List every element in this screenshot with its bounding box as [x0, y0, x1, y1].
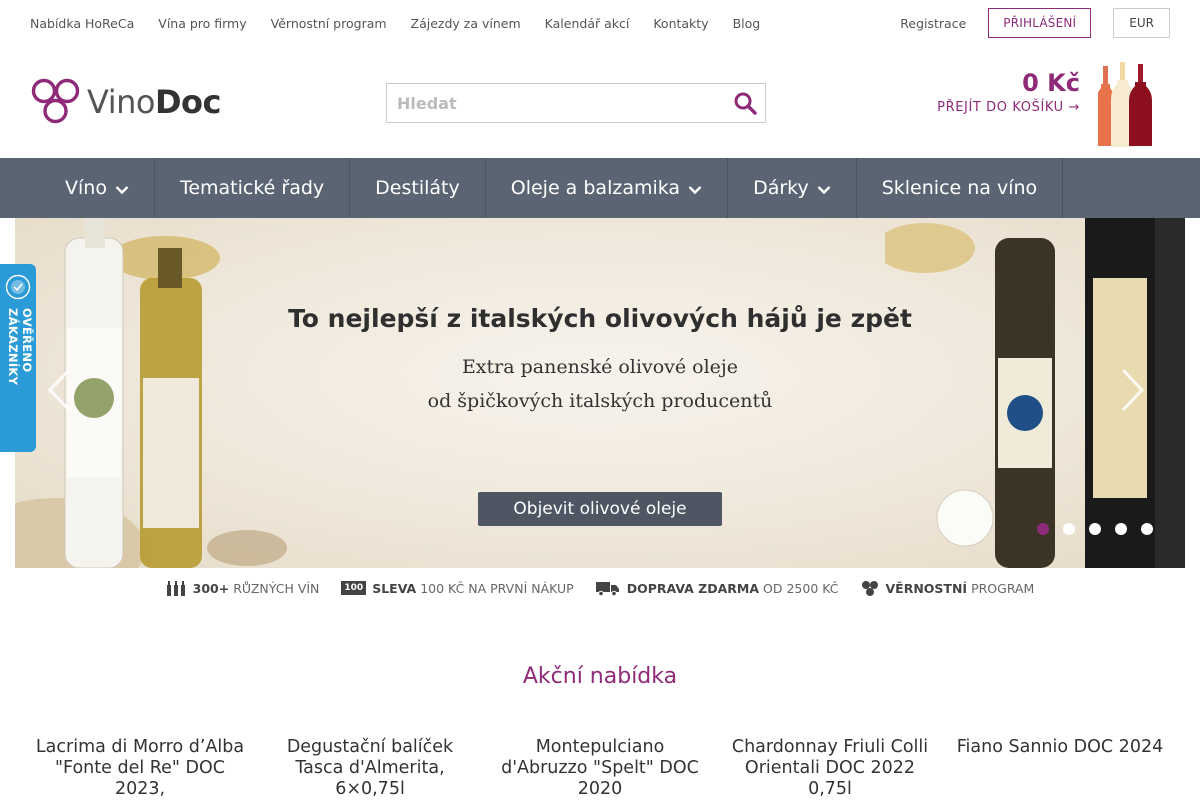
discount-100-icon: 100	[341, 581, 367, 595]
chevron-left-icon[interactable]	[47, 368, 71, 412]
benefit-wines-text: RŮZNÝCH VÍN	[233, 580, 320, 596]
benefit-discount-bold: SLEVA	[372, 580, 417, 596]
top-links: Nabídka HoReCa Vína pro firmy Věrnostní …	[30, 16, 760, 31]
top-link-firmy[interactable]: Vína pro firmy	[158, 16, 246, 31]
search-icon[interactable]	[733, 91, 757, 119]
nav-label-oleje: Oleje a balzamika	[510, 177, 681, 199]
product-title[interactable]: Montepulciano d'Abruzzo "Spelt" DOC 2020	[485, 737, 715, 800]
product-title[interactable]: Degustační balíček Tasca d'Almerita, 6×0…	[255, 737, 485, 800]
benefit-shipping-bold: DOPRAVA ZDARMA	[626, 580, 760, 596]
chevron-down-icon	[115, 185, 129, 194]
banner-title: To nejlepší z italských olivových hájů j…	[288, 304, 912, 333]
main-nav: Víno Tematické řady Destiláty Oleje a ba…	[0, 158, 1200, 218]
slide-dot-4[interactable]	[1115, 523, 1127, 535]
search-input[interactable]	[387, 84, 717, 122]
benefit-wines: 300+ RŮZNÝCH VÍN	[166, 580, 320, 596]
cart-link[interactable]: PŘEJÍT DO KOŠÍKU →	[937, 100, 1080, 115]
currency-select[interactable]: EUR	[1113, 8, 1170, 38]
product-title[interactable]: Lacrima di Morro d’Alba "Fonte del Re" D…	[25, 737, 255, 800]
top-link-blog[interactable]: Blog	[733, 16, 761, 31]
top-link-vernostni[interactable]: Věrnostní program	[271, 16, 387, 31]
site-logo[interactable]: VinoDoc	[31, 78, 221, 126]
login-button[interactable]: PŘIHLÁŠENÍ	[988, 8, 1092, 38]
top-link-horeca[interactable]: Nabídka HoReCa	[30, 16, 134, 31]
slide-dot-1[interactable]	[1037, 523, 1049, 535]
chevron-down-icon	[817, 185, 831, 194]
product-title[interactable]: Fiano Sannio DOC 2024	[945, 737, 1175, 800]
search-box	[386, 83, 766, 123]
benefit-shipping-text: OD 2500 KČ	[763, 580, 839, 596]
account-area: Registrace PŘIHLÁŠENÍ EUR	[900, 8, 1170, 38]
cart[interactable]: 0 Kč PŘEJÍT DO KOŠÍKU →	[937, 68, 1080, 115]
chevron-right-icon[interactable]	[1121, 368, 1145, 412]
chevron-down-icon	[688, 185, 702, 194]
logo-text: VinoDoc	[87, 83, 221, 121]
bottles-icon	[166, 581, 185, 596]
nav-item-destilaty[interactable]: Destiláty	[350, 158, 486, 218]
nav-label-sklenice: Sklenice na víno	[881, 177, 1038, 199]
benefit-loyalty-bold: VĚRNOSTNÍ	[885, 580, 968, 596]
nav-label-destilaty: Destiláty	[375, 177, 460, 199]
banner-pagination	[1037, 523, 1153, 535]
top-bar: Nabídka HoReCa Vína pro firmy Věrnostní …	[0, 0, 1200, 46]
benefit-loyalty-text: PROGRAM	[971, 580, 1035, 596]
slide-dot-2[interactable]	[1063, 523, 1075, 535]
top-link-kalendar[interactable]: Kalendář akcí	[545, 16, 630, 31]
slide-dot-3[interactable]	[1089, 523, 1101, 535]
grape-logo-icon	[31, 78, 80, 124]
register-link[interactable]: Registrace	[900, 16, 966, 31]
nav-item-sklenice[interactable]: Sklenice na víno	[857, 158, 1064, 218]
verified-text: OVĚŘENO ZÁKAZNÍKY	[6, 308, 34, 386]
top-link-zajezdy[interactable]: Zájezdy za vínem	[411, 16, 521, 31]
benefit-loyalty: VĚRNOSTNÍ PROGRAM	[861, 580, 1035, 596]
banner-subtitle-1: Extra panenské olivové oleje	[461, 356, 739, 378]
offers-products: Lacrima di Morro d’Alba "Fonte del Re" D…	[25, 737, 1175, 800]
nav-item-darky[interactable]: Dárky	[728, 158, 857, 218]
nav-item-tematicke-rady[interactable]: Tematické řady	[155, 158, 351, 218]
slide-dot-5[interactable]	[1141, 523, 1153, 535]
benefit-discount: 100 SLEVA 100 KČ NA PRVNÍ NÁKUP	[341, 580, 574, 596]
nav-label-vino: Víno	[65, 177, 107, 199]
banner-subtitle-2: od špičkových italských producentů	[427, 390, 773, 412]
logo-text-vino: Vino	[87, 83, 155, 121]
nav-label-darky: Dárky	[753, 177, 809, 199]
top-link-kontakty[interactable]: Kontakty	[653, 16, 708, 31]
benefit-discount-text: 100 KČ NA PRVNÍ NÁKUP	[420, 580, 574, 596]
loyalty-icon	[861, 581, 878, 596]
offers-title: Akční nabídka	[522, 664, 678, 689]
banner-cta-button[interactable]: Objevit olivové oleje	[478, 492, 722, 526]
nav-item-oleje[interactable]: Oleje a balzamika	[486, 158, 729, 218]
cart-bottles-icon[interactable]	[1096, 62, 1154, 154]
hero-banner[interactable]: To nejlepší z italských olivových hájů j…	[15, 218, 1185, 568]
nav-label-tematicke-rady: Tematické řady	[179, 177, 325, 199]
benefits-strip: 300+ RŮZNÝCH VÍN 100 SLEVA 100 KČ NA PRV…	[0, 580, 1200, 596]
verified-seal-icon	[5, 274, 31, 300]
benefit-wines-bold: 300+	[192, 580, 230, 596]
logo-text-doc: Doc	[154, 83, 222, 121]
benefit-shipping: DOPRAVA ZDARMA OD 2500 KČ	[595, 580, 839, 596]
nav-item-vino[interactable]: Víno	[40, 158, 155, 218]
verified-customers-badge[interactable]: OVĚŘENO ZÁKAZNÍKY	[0, 264, 36, 452]
truck-icon	[595, 581, 619, 596]
product-title[interactable]: Chardonnay Friuli Colli Orientali DOC 20…	[715, 737, 945, 800]
cart-total: 0 Kč	[1022, 69, 1080, 97]
